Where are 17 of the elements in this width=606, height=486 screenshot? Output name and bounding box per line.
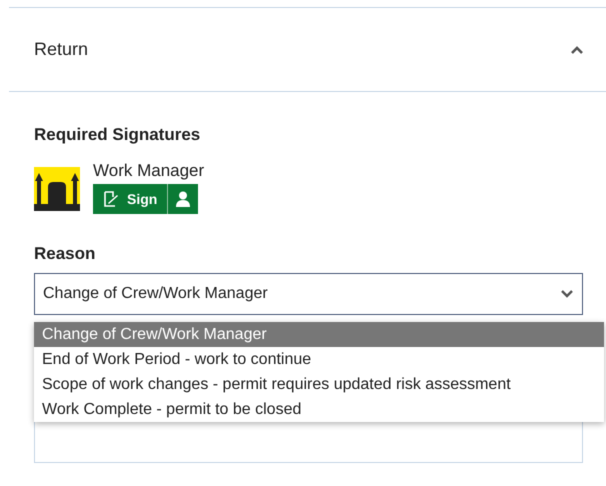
gate-icon bbox=[34, 167, 80, 211]
dropdown-option[interactable]: Work Complete - permit to be closed bbox=[34, 397, 604, 422]
user-icon bbox=[176, 191, 190, 207]
dropdown-option[interactable]: Scope of work changes - permit requires updated risk assessment bbox=[34, 372, 604, 397]
user-button[interactable] bbox=[168, 184, 198, 214]
signer-role: Work Manager bbox=[93, 161, 204, 181]
sign-button[interactable]: Sign bbox=[93, 184, 168, 214]
dropdown-option[interactable]: Change of Crew/Work Manager bbox=[34, 322, 604, 347]
section-title: Return bbox=[34, 39, 88, 60]
sign-document-icon bbox=[103, 191, 119, 207]
chevron-up-icon[interactable] bbox=[570, 44, 584, 54]
section-header[interactable]: Return bbox=[9, 7, 606, 92]
reason-select[interactable]: Change of Crew/Work Manager bbox=[34, 273, 583, 315]
reason-label: Reason bbox=[34, 244, 96, 264]
dropdown-option[interactable]: End of Work Period - work to continue bbox=[34, 347, 604, 372]
chevron-down-icon bbox=[560, 289, 574, 299]
signatures-heading: Required Signatures bbox=[34, 125, 202, 145]
